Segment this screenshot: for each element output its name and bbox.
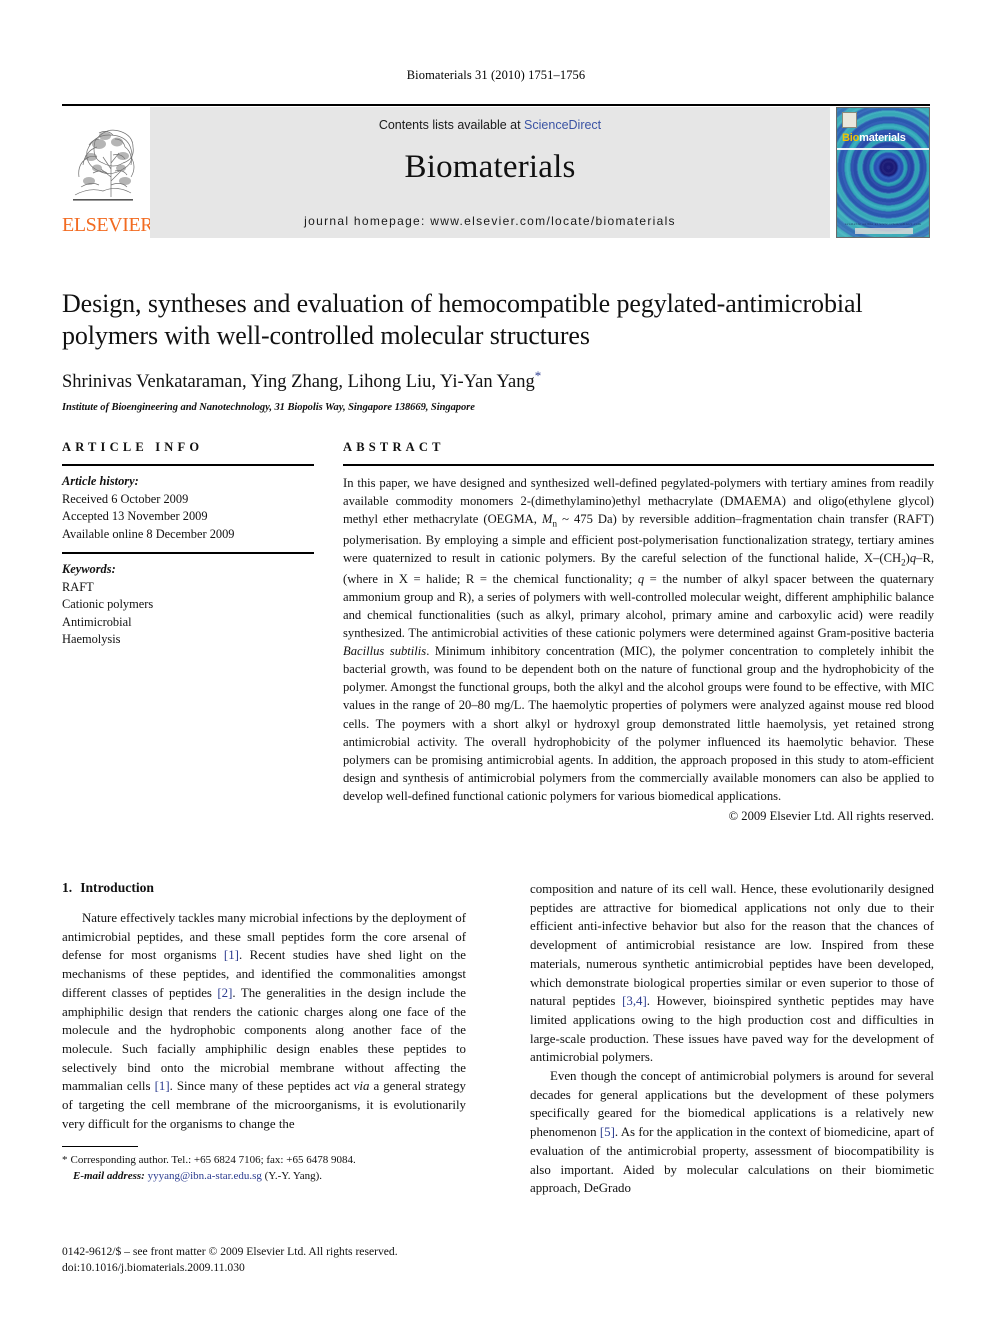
column-gutter — [314, 440, 343, 825]
body-columns: 1. Introduction Nature effectively tackle… — [62, 880, 934, 1210]
elsevier-logo: ELSEVIER — [62, 107, 154, 238]
keywords-group: Keywords: RAFT Cationic polymers Antimic… — [62, 554, 314, 658]
footnote-email-label: E-mail address: — [73, 1169, 145, 1182]
contents-prefix: Contents lists available at — [378, 118, 525, 132]
journal-homepage-line[interactable]: journal homepage: www.elsevier.com/locat… — [150, 214, 830, 228]
abstract-copyright: © 2009 Elsevier Ltd. All rights reserved… — [728, 809, 934, 824]
journal-cover-thumbnail: Biomaterials available online at www.sci… — [836, 107, 930, 238]
title-block: Design, syntheses and evaluation of hemo… — [62, 288, 934, 413]
contents-available-line: Contents lists available at ScienceDirec… — [150, 118, 830, 132]
cover-title-part2: materials — [859, 132, 906, 144]
article-info-heading: ARTICLE INFO — [62, 440, 204, 454]
imprint-line-2: doi:10.1016/j.biomaterials.2009.11.030 — [62, 1261, 245, 1275]
citation-ref[interactable]: [1] — [155, 1079, 170, 1093]
abstract-mn-symbol: M — [541, 512, 553, 527]
affiliation: Institute of Bioengineering and Nanotech… — [62, 402, 475, 414]
cover-title: Biomaterials — [842, 132, 906, 144]
section-number: 1. — [62, 880, 73, 895]
cover-elsevier-icon — [842, 112, 857, 128]
keyword-item: Antimicrobial — [62, 614, 132, 629]
article-history-received: Received 6 October 2009 — [62, 491, 189, 506]
abstract-body: In this paper, we have designed and synt… — [343, 466, 934, 825]
keyword-item: Haemolysis — [62, 632, 121, 647]
info-abstract-row: ARTICLE INFO Article history: Received 6… — [62, 440, 934, 825]
keywords-label: Keywords: — [62, 562, 116, 577]
journal-header-panel: Contents lists available at ScienceDirec… — [150, 107, 830, 238]
article-history-group: Article history: Received 6 October 2009… — [62, 466, 314, 552]
intro-via-italic: via — [353, 1079, 370, 1094]
intro-paragraph-right-1: composition and nature of its cell wall.… — [530, 880, 934, 1067]
footnote-star: * — [62, 1154, 68, 1166]
section-heading-introduction: 1. Introduction — [62, 880, 466, 896]
sciencedirect-link[interactable]: ScienceDirect — [524, 118, 601, 132]
corresponding-author-footnote: * Corresponding author. Tel.: +65 6824 71… — [62, 1146, 466, 1184]
intro-right-a: composition and nature of its cell wall.… — [530, 882, 934, 1009]
footnote-email-link[interactable]: yyyang@ibn.a-star.edu.sg — [148, 1170, 262, 1182]
imprint-line-1: 0142-9612/$ – see front matter © 2009 El… — [62, 1245, 398, 1258]
footnote-line-1: * Corresponding author. Tel.: +65 6824 71… — [62, 1153, 466, 1169]
abstract-part-6: . Minimum inhibitory concentration (MIC)… — [343, 644, 934, 804]
page-title: Design, syntheses and evaluation of hemo… — [62, 289, 863, 350]
citation-ref[interactable]: [1] — [224, 948, 239, 962]
journal-masthead: ELSEVIER Contents lists available at Sci… — [62, 104, 930, 238]
authors-text: Shrinivas Venkataraman, Ying Zhang, Liho… — [62, 372, 535, 393]
running-head: Biomaterials 31 (2010) 1751–1756 — [406, 68, 586, 82]
cover-footer-text: available online at www.sciencedirect.co… — [844, 222, 922, 226]
intro-left-c: . The generalities in the design include… — [62, 985, 466, 1094]
intro-left-d: . Since many of these peptides act — [169, 1079, 354, 1094]
author-list: Shrinivas Venkataraman, Ying Zhang, Liho… — [62, 368, 934, 393]
cover-title-part1: Bio — [842, 132, 860, 144]
body-column-right: composition and nature of its cell wall.… — [530, 880, 934, 1210]
journal-title: Biomaterials — [404, 149, 576, 185]
abstract-column: ABSTRACT In this paper, we have designed… — [343, 440, 934, 825]
keyword-item: RAFT — [62, 579, 94, 594]
abstract-heading: ABSTRACT — [343, 440, 445, 454]
footnote-contact: Corresponding author. Tel.: +65 6824 710… — [70, 1154, 356, 1166]
citation-ref[interactable]: [5] — [600, 1125, 615, 1139]
paper-page: Biomaterials 31 (2010) 1751–1756 ELSEVIE… — [0, 0, 992, 1323]
cover-divider — [837, 148, 929, 150]
abstract-species-name: Bacillus subtilis — [343, 644, 427, 659]
body-column-gutter — [466, 880, 530, 1210]
footnote-email-suffix: (Y.-Y. Yang). — [261, 1169, 322, 1182]
article-info-column: ARTICLE INFO Article history: Received 6… — [62, 440, 314, 825]
citation-ref[interactable]: [2] — [217, 986, 232, 1000]
abstract-paragraph: In this paper, we have designed and synt… — [343, 474, 934, 805]
cover-footer-bar — [855, 228, 913, 234]
citation-ref[interactable]: [3,4] — [622, 994, 647, 1008]
article-history-accepted: Accepted 13 November 2009 — [62, 509, 208, 524]
article-history-label: Article history: — [62, 474, 139, 488]
intro-paragraph-left: Nature effectively tackles many microbia… — [62, 909, 466, 1133]
masthead-top-rule — [62, 104, 930, 106]
elsevier-tree-icon — [73, 129, 135, 201]
article-history-online: Available online 8 December 2009 — [62, 526, 235, 541]
section-label: Introduction — [80, 880, 154, 895]
issn-imprint: 0142-9612/$ – see front matter © 2009 El… — [62, 1244, 582, 1276]
footnote-rule — [62, 1146, 138, 1147]
corresponding-author-marker: * — [534, 367, 542, 383]
footnote-text: * Corresponding author. Tel.: +65 6824 71… — [62, 1153, 466, 1184]
intro-paragraph-right-2: Even though the concept of antimicrobial… — [530, 1067, 934, 1198]
elsevier-wordmark: ELSEVIER — [62, 214, 154, 236]
keyword-item: Cationic polymers — [62, 597, 154, 612]
footnote-line-2: E-mail address: yyyang@ibn.a-star.edu.sg… — [62, 1169, 466, 1185]
body-column-left: 1. Introduction Nature effectively tackle… — [62, 880, 466, 1210]
